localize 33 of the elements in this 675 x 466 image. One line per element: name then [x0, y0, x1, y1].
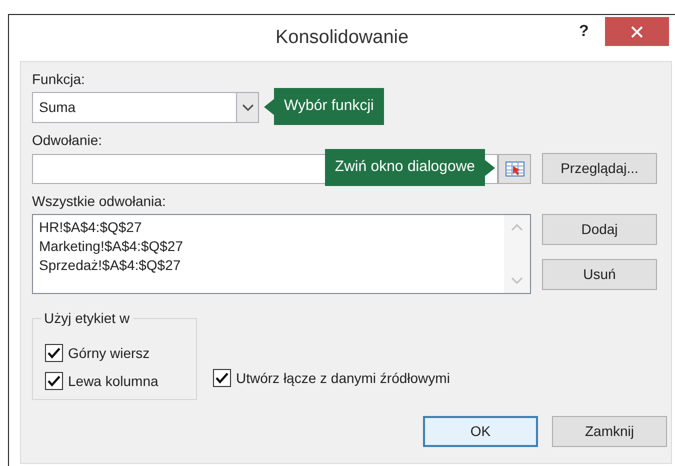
window-title: Konsolidowanie: [274, 26, 410, 50]
action-button[interactable]: Dodaj: [542, 214, 657, 245]
function-label: Funkcja:: [32, 70, 86, 88]
close-icon: [630, 24, 644, 38]
chevron-down-icon: [242, 104, 254, 112]
close-button[interactable]: [605, 17, 669, 46]
checkbox-label[interactable]: Utwórz łącze z danymi źródłowymi: [236, 368, 450, 388]
checkbox-label[interactable]: Górny wiersz: [68, 342, 150, 364]
dialog-button[interactable]: Zamknij: [552, 416, 667, 447]
list-item[interactable]: Marketing!$A$4:$Q$27: [39, 237, 183, 256]
tooltip-pointer-icon: [485, 160, 495, 176]
dialog-button[interactable]: OK: [423, 416, 538, 447]
tooltip: Zwiń okno dialogowe: [324, 149, 485, 186]
help-button[interactable]: ?: [579, 20, 589, 44]
tooltip-pointer-icon: [264, 98, 274, 114]
checkbox[interactable]: [45, 372, 63, 390]
checkmark-icon: [47, 375, 61, 387]
reference-label: Odwołanie:: [32, 131, 104, 149]
all-references-label: Wszystkie odwołania:: [32, 192, 167, 210]
function-dropdown[interactable]: Suma: [32, 92, 259, 123]
checkbox[interactable]: [213, 369, 231, 387]
tooltip: Wybór funkcji: [274, 88, 384, 125]
collapse-dialog-icon: [504, 160, 524, 176]
checkmark-icon: [215, 372, 229, 384]
list-item[interactable]: HR!$A$4:$Q$27: [39, 218, 142, 237]
checkmark-icon: [47, 347, 61, 359]
collapse-dialog-button[interactable]: [498, 154, 531, 184]
browse-button[interactable]: Przeglądaj...: [542, 153, 657, 184]
checkbox-label[interactable]: Lewa kolumna: [68, 370, 158, 392]
action-button[interactable]: Usuń: [542, 259, 657, 290]
checkbox[interactable]: [45, 344, 63, 362]
references-list[interactable]: HR!$A$4:$Q$27 Marketing!$A$4:$Q$27 Sprzedaż!$A$4:$Q$27: [32, 214, 531, 294]
list-item[interactable]: Sprzedaż!$A$4:$Q$27: [39, 256, 181, 275]
